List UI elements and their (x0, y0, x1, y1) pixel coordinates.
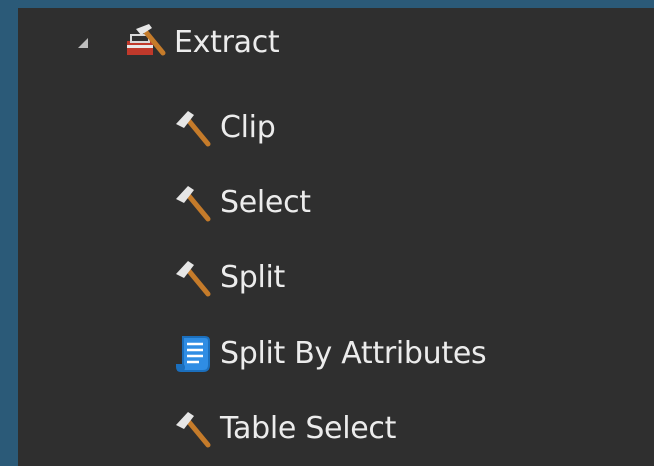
hammer-icon (170, 105, 216, 151)
script-icon (170, 331, 216, 377)
tree-item-label: Table Select (220, 411, 397, 446)
tree-item-label: Split By Attributes (220, 336, 487, 371)
hammer-icon (170, 406, 216, 452)
tree-item-select[interactable]: Select (170, 177, 311, 229)
tree-item-split-by-attributes[interactable]: Split By Attributes (170, 328, 487, 380)
hammer-icon (170, 255, 216, 301)
catalog-panel: Extract Clip Select Split Split By Attri… (18, 8, 654, 466)
tree-item-label: Clip (220, 110, 276, 145)
expanded-triangle-icon[interactable] (76, 36, 90, 50)
tree-item-label: Select (220, 185, 311, 220)
toolbox-icon (124, 20, 170, 66)
tree-node-extract[interactable]: Extract (76, 17, 280, 69)
hammer-icon (170, 180, 216, 226)
tree-item-table-select[interactable]: Table Select (170, 403, 396, 455)
tree-item-label: Split (220, 260, 286, 295)
toolbox-tree: Extract Clip Select Split Split By Attri… (18, 8, 654, 466)
tree-item-split[interactable]: Split (170, 252, 285, 304)
tree-item-clip[interactable]: Clip (170, 102, 276, 154)
tree-node-label: Extract (174, 25, 280, 60)
